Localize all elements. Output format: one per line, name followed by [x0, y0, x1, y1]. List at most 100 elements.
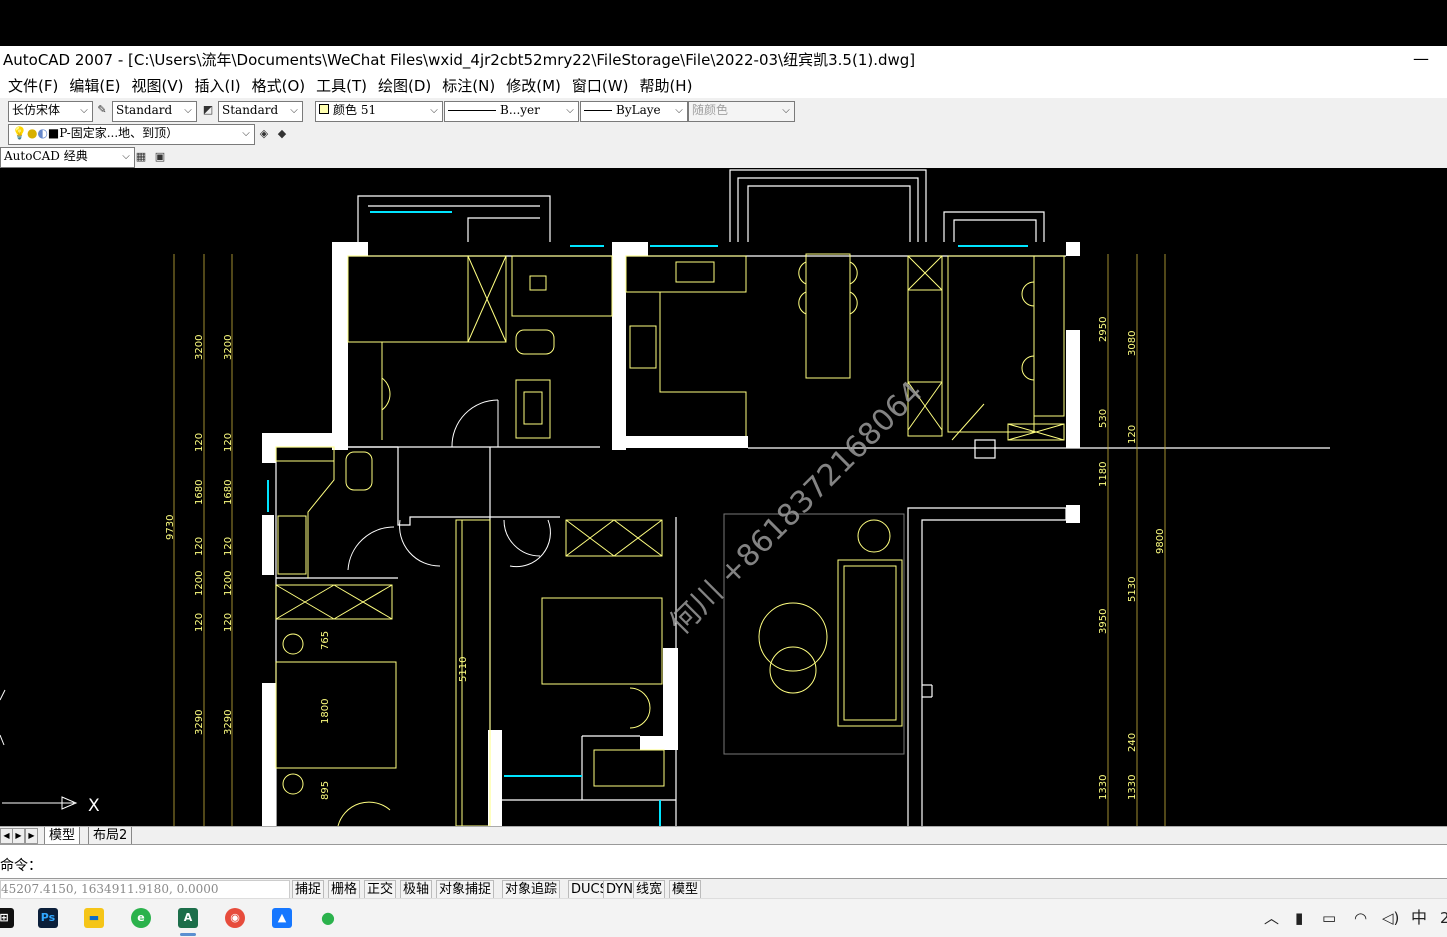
- status-lineweight-button[interactable]: 线宽: [633, 880, 666, 899]
- dim-right-total: 9800: [1155, 529, 1166, 554]
- command-line-area[interactable]: 命令：: [0, 844, 1447, 878]
- photos-icon[interactable]: ▲: [272, 908, 292, 928]
- dim-room: 1800: [320, 699, 331, 724]
- browser-e-icon[interactable]: e: [131, 908, 151, 928]
- status-snap-button[interactable]: 捕捉: [292, 880, 325, 899]
- file-explorer-icon[interactable]: ▬: [84, 908, 104, 928]
- workspace-combo[interactable]: AutoCAD 经典 ⌵: [0, 147, 135, 168]
- ucs-icon: [0, 689, 78, 810]
- battery-icon[interactable]: ▭: [1322, 908, 1336, 928]
- color-swatch-icon: [319, 104, 329, 114]
- door-swings: [347, 399, 551, 571]
- microphone-icon[interactable]: ▮: [1295, 908, 1303, 928]
- ucs-x-label: X: [88, 796, 100, 816]
- menu-bar: 文件(F) 编辑(E) 视图(V) 插入(I) 格式(O) 工具(T) 绘图(D) 标注(N)…: [0, 74, 1447, 98]
- menu-draw[interactable]: 绘图(D): [378, 74, 431, 98]
- dim-right-b: 5130: [1127, 577, 1138, 602]
- dim-right-a: 1330: [1098, 775, 1109, 800]
- linetype-combo[interactable]: B...yer ⌵: [444, 101, 579, 122]
- menu-insert[interactable]: 插入(I): [195, 74, 241, 98]
- dim-left-b: 3200: [223, 335, 234, 360]
- dim-style-combo[interactable]: Standard ⌵: [218, 101, 303, 122]
- text-style-icon[interactable]: ✎: [94, 102, 110, 118]
- color-combo[interactable]: 颜色 51 ⌵: [315, 101, 443, 122]
- status-polar-button[interactable]: 极轴: [400, 880, 433, 899]
- dim-room: 5110: [458, 657, 469, 682]
- window-glass: [267, 211, 1028, 826]
- dim-right-a: 2950: [1098, 317, 1109, 342]
- dim-left-a: 1200: [194, 571, 205, 596]
- dim-left-b: 120: [223, 613, 234, 632]
- status-osnap-button[interactable]: 对象捕捉: [436, 880, 495, 899]
- wifi-icon[interactable]: ◠: [1354, 908, 1367, 928]
- dim-left-b: 1200: [223, 571, 234, 596]
- window-titlebar: AutoCAD 2007 - [C:\Users\流年\Documents\We…: [0, 46, 1447, 74]
- layer-combo[interactable]: 💡●◐■P-固定家...地、到顶） ⌵: [8, 124, 255, 145]
- tab-prev-icon[interactable]: ▶: [12, 828, 25, 844]
- menu-dimension[interactable]: 标注(N): [442, 74, 495, 98]
- plotstyle-combo: 随颜色 ⌵: [688, 101, 795, 122]
- floor-plan-drawing: 9730 3200 120 1680 120 1200 120 3290 320…: [0, 169, 1330, 826]
- layer-manager-icon[interactable]: ◆: [274, 126, 290, 142]
- photoshop-icon[interactable]: Ps: [38, 908, 58, 928]
- layers-toolbar: 💡●◐■P-固定家...地、到顶） ⌵ ◈ ◆: [0, 122, 1447, 145]
- volume-icon[interactable]: ◁): [1382, 908, 1399, 928]
- dim-left-a: 3200: [194, 335, 205, 360]
- walls: [262, 242, 1080, 826]
- workspace-save-icon[interactable]: ▣: [152, 149, 168, 165]
- windows-taskbar: ⊞ Ps ▬ e A ◉ ▲ ● ︿ ▮ ▭ ◠ ◁) 中 2: [0, 898, 1447, 937]
- tab-model[interactable]: 模型: [44, 827, 81, 845]
- dim-left-total: 9730: [165, 515, 176, 540]
- status-otrack-button[interactable]: 对象追踪: [502, 880, 561, 899]
- status-model-button[interactable]: 模型: [669, 880, 702, 899]
- dim-right-a: 1180: [1098, 462, 1109, 487]
- text-style-combo[interactable]: Standard ⌵: [112, 101, 197, 122]
- drawing-canvas[interactable]: 9730 3200 120 1680 120 1200 120 3290 320…: [0, 168, 1447, 826]
- dim-style-icon[interactable]: ◩: [200, 102, 216, 118]
- dim-room: 765: [320, 631, 331, 650]
- wechat-icon[interactable]: ●: [318, 908, 338, 928]
- window-title: AutoCAD 2007 - [C:\Users\流年\Documents\We…: [3, 51, 916, 69]
- menu-view[interactable]: 视图(V): [132, 74, 184, 98]
- dim-right-a: 530: [1098, 409, 1109, 428]
- lineweight-combo[interactable]: ByLaye ⌵: [580, 101, 688, 122]
- menu-edit[interactable]: 编辑(E): [69, 74, 120, 98]
- status-ortho-button[interactable]: 正交: [364, 880, 397, 899]
- tab-layout2[interactable]: 布局2: [88, 827, 133, 845]
- styles-properties-toolbar: 长仿宋体 ⌵ ✎ Standard ⌵ ◩ Standard ⌵ 颜色 51 ⌵ B..…: [0, 98, 1447, 122]
- ime-indicator[interactable]: 中: [1411, 908, 1427, 928]
- active-app-indicator: [180, 933, 196, 936]
- dim-right-b: 120: [1127, 425, 1138, 444]
- status-bar: 45207.4150, 1634911.9180, 0.0000 捕捉 栅格 正…: [0, 878, 1447, 899]
- menu-help[interactable]: 帮助(H): [639, 74, 692, 98]
- dim-right-b: 3080: [1127, 331, 1138, 356]
- dim-left-a: 1680: [194, 480, 205, 505]
- command-prompt: 命令：: [0, 858, 42, 874]
- dim-room: 895: [320, 781, 331, 800]
- menu-modify[interactable]: 修改(M): [506, 74, 561, 98]
- menu-tools[interactable]: 工具(T): [316, 74, 367, 98]
- dim-left-a: 120: [194, 537, 205, 556]
- dim-left-b: 1680: [223, 480, 234, 505]
- chrome-icon[interactable]: ◉: [225, 908, 245, 928]
- tray-chevron-up-icon[interactable]: ︿: [1264, 908, 1279, 928]
- tab-last-icon[interactable]: ▶: [25, 828, 38, 844]
- start-windows-icon[interactable]: ⊞: [0, 908, 14, 928]
- menu-file[interactable]: 文件(F): [8, 74, 58, 98]
- dim-right-b: 1330: [1127, 775, 1138, 800]
- status-dyn-button[interactable]: DYN: [603, 880, 636, 899]
- layout-tabs-bar: ◀ ▶ ▶ 模型 布局2: [0, 826, 1447, 845]
- menu-window[interactable]: 窗口(W): [572, 74, 629, 98]
- menu-format[interactable]: 格式(O): [252, 74, 306, 98]
- workspace-settings-icon[interactable]: ▦: [133, 149, 149, 165]
- dim-left-a: 3290: [194, 710, 205, 735]
- autocad-icon[interactable]: A: [178, 908, 198, 928]
- minimize-button[interactable]: —: [1413, 46, 1429, 74]
- coordinate-readout: 45207.4150, 1634911.9180, 0.0000: [0, 880, 290, 899]
- watermark-text: 何川 +8618372168064: [663, 375, 930, 642]
- clock[interactable]: 2: [1440, 908, 1447, 928]
- dim-right-b: 240: [1127, 733, 1138, 752]
- font-combo[interactable]: 长仿宋体 ⌵: [8, 101, 93, 122]
- layer-previous-icon[interactable]: ◈: [256, 126, 272, 142]
- status-grid-button[interactable]: 栅格: [328, 880, 361, 899]
